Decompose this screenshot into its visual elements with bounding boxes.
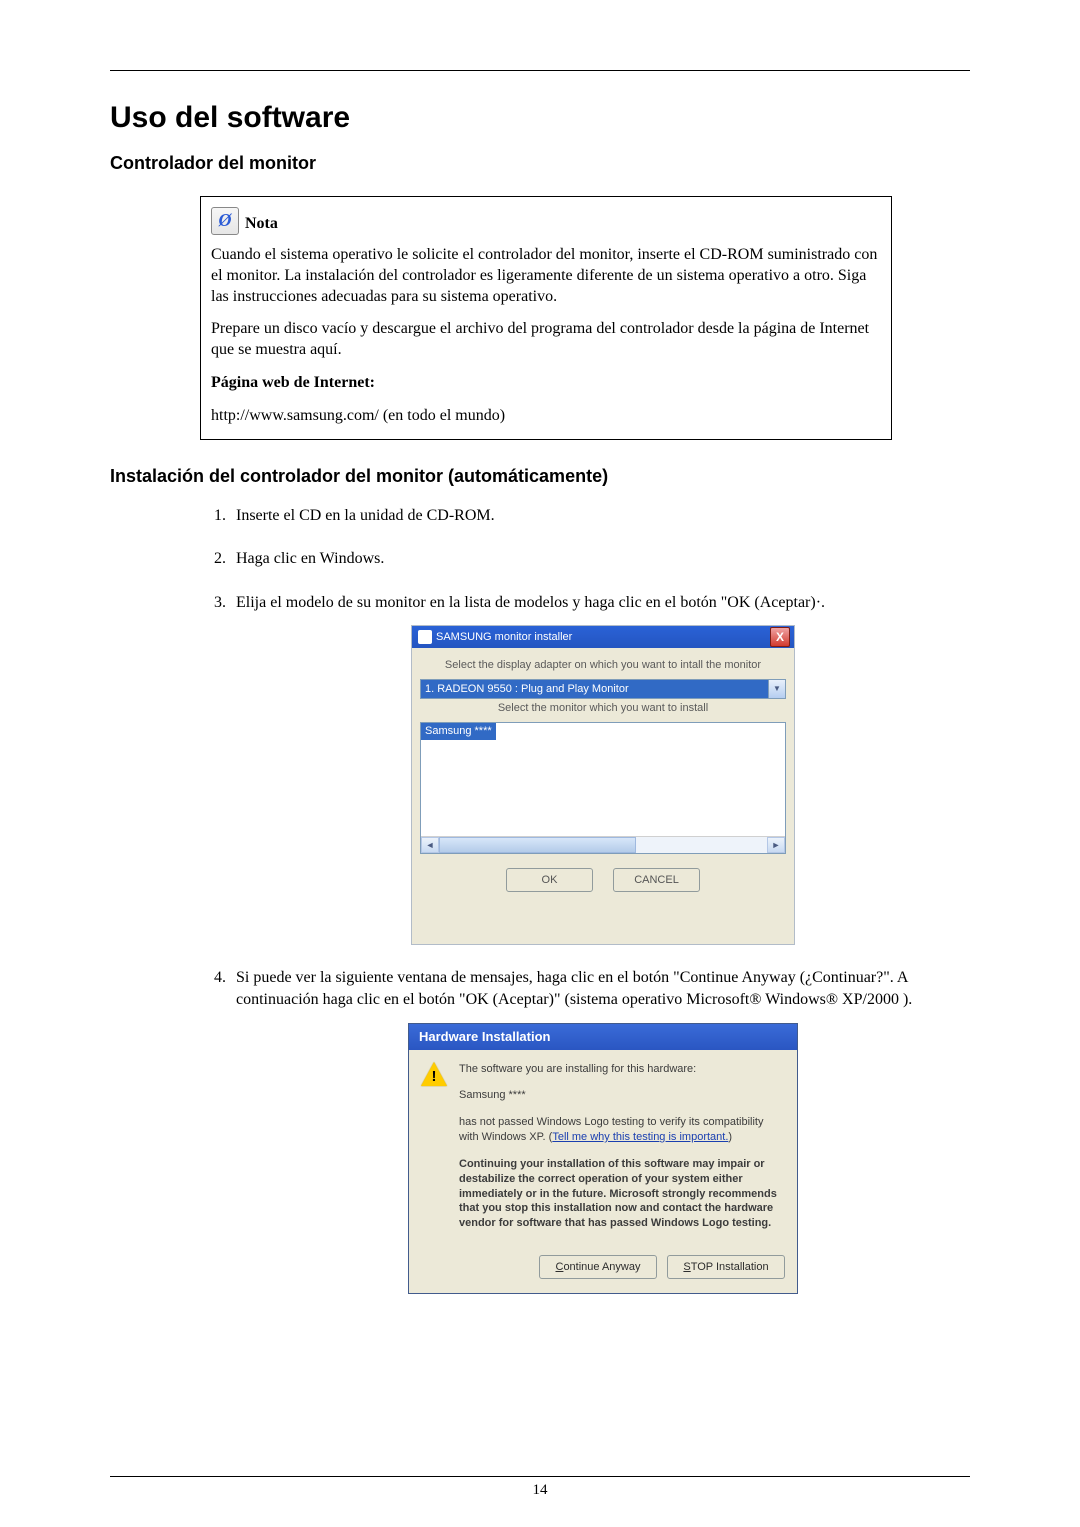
close-icon[interactable]: X [770, 627, 790, 647]
bottom-divider [110, 1476, 970, 1477]
note-paragraph-1: Cuando el sistema operativo le solicite … [211, 245, 881, 307]
hw-line2: has not passed Windows Logo testing to v… [459, 1115, 785, 1145]
page-number: 14 [0, 1482, 1080, 1499]
step-3-text: Elija el modelo de su monitor en la list… [236, 594, 825, 611]
continue-anyway-button[interactable]: Continue Anyway [539, 1255, 657, 1279]
monitor-listbox[interactable]: Samsung **** ◄ ► [420, 722, 786, 854]
cancel-button[interactable]: CANCEL [613, 868, 700, 892]
adapter-dropdown[interactable]: 1. RADEON 9550 : Plug and Play Monitor ▼ [420, 679, 786, 699]
step-4: Si puede ver la siguiente ventana de men… [230, 967, 970, 1294]
installer-title: SAMSUNG monitor installer [436, 630, 770, 645]
hw-buttons: Continue Anyway STOP Installation [409, 1255, 797, 1293]
samsung-installer-dialog: SAMSUNG monitor installer X Select the d… [411, 625, 795, 945]
warning-exclamation: ! [421, 1067, 447, 1087]
note-url: http://www.samsung.com/ (en todo el mund… [211, 406, 881, 427]
scroll-thumb[interactable] [439, 837, 636, 853]
stop-installation-label: TOP Installation [691, 1261, 769, 1273]
note-web-label: Página web de Internet: [211, 373, 881, 394]
top-divider [110, 70, 970, 71]
step-2: Haga clic en Windows. [230, 548, 970, 570]
hw-icon-column: ! [421, 1062, 459, 1244]
note-box: Ø Nota Cuando el sistema operativo le so… [200, 196, 892, 440]
hw-link[interactable]: Tell me why this testing is important. [552, 1131, 728, 1143]
section-heading-controller: Controlador del monitor [110, 153, 970, 174]
scroll-left-icon[interactable]: ◄ [421, 837, 439, 853]
hw-line1: The software you are installing for this… [459, 1062, 785, 1077]
continue-anyway-label: ontinue Anyway [563, 1261, 640, 1273]
stop-installation-button[interactable]: STOP Installation [667, 1255, 785, 1279]
hw-title: Hardware Installation [419, 1028, 550, 1046]
installation-steps: Inserte el CD en la unidad de CD-ROM. Ha… [200, 505, 970, 1295]
step-4-text: Si puede ver la siguiente ventana de men… [236, 969, 912, 1008]
installer-titlebar[interactable]: SAMSUNG monitor installer X [412, 626, 794, 648]
note-header: Ø Nota [211, 207, 881, 235]
hw-text: The software you are installing for this… [459, 1062, 785, 1244]
scroll-track[interactable] [439, 837, 767, 853]
section-heading-installation: Instalación del controlador del monitor … [110, 466, 970, 487]
adapter-selected: 1. RADEON 9550 : Plug and Play Monitor [421, 680, 768, 698]
hardware-installation-dialog: Hardware Installation ! The software you… [408, 1023, 798, 1295]
hw-titlebar[interactable]: Hardware Installation [409, 1024, 797, 1050]
monitor-selected-item[interactable]: Samsung **** [421, 723, 496, 740]
adapter-label: Select the display adapter on which you … [420, 658, 786, 673]
horizontal-scrollbar[interactable]: ◄ ► [421, 836, 785, 853]
step-1: Inserte el CD en la unidad de CD-ROM. [230, 505, 970, 527]
ok-button[interactable]: OK [506, 868, 593, 892]
installer-body: Select the display adapter on which you … [412, 648, 794, 902]
installer-app-icon [418, 630, 432, 644]
hw-bold-block: Continuing your installation of this sof… [459, 1157, 785, 1231]
page-title: Uso del software [110, 101, 970, 135]
hw-device: Samsung **** [459, 1088, 785, 1103]
document-page: Uso del software Controlador del monitor… [0, 0, 1080, 1527]
scroll-right-icon[interactable]: ► [767, 837, 785, 853]
note-paragraph-2: Prepare un disco vacío y descargue el ar… [211, 319, 881, 361]
note-title: Nota [245, 214, 278, 235]
warning-icon: ! [421, 1062, 447, 1086]
step-3: Elija el modelo de su monitor en la list… [230, 592, 970, 946]
chevron-down-icon[interactable]: ▼ [768, 680, 785, 698]
hw-body: ! The software you are installing for th… [409, 1050, 797, 1256]
hw-line2b: ) [728, 1131, 732, 1143]
monitor-label: Select the monitor which you want to ins… [420, 701, 786, 716]
installer-buttons: OK CANCEL [420, 868, 786, 892]
note-icon: Ø [211, 207, 239, 235]
